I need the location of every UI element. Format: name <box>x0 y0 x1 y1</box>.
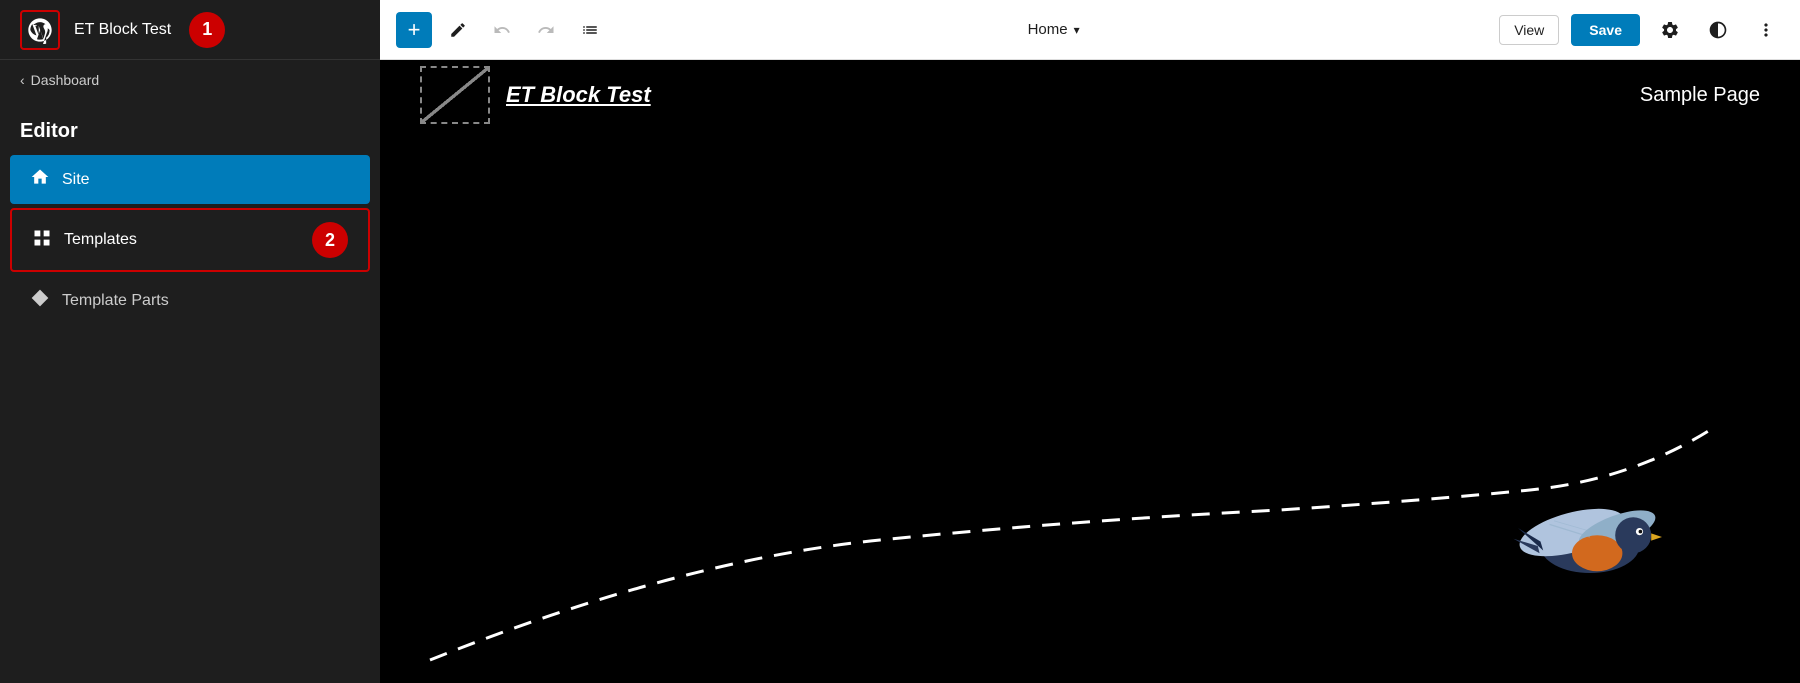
canvas-header: ET Block Test Sample Page <box>380 60 1800 130</box>
grid-icon <box>32 228 52 253</box>
toolbar-left: + <box>396 12 608 48</box>
canvas-area: ET Block Test Sample Page <box>380 60 1800 683</box>
diamond-icon <box>30 288 50 313</box>
list-view-button[interactable] <box>572 12 608 48</box>
chevron-left-icon: ‹ <box>20 72 25 88</box>
home-icon <box>30 167 50 192</box>
sidebar-header: ET Block Test 1 <box>0 0 380 60</box>
home-label: Home <box>1028 21 1068 38</box>
appearance-button[interactable] <box>1700 12 1736 48</box>
bird-container <box>1500 483 1680 603</box>
add-button[interactable]: + <box>396 12 432 48</box>
sidebar-item-site-label: Site <box>62 171 90 189</box>
toolbar-right: View Save <box>1499 12 1784 48</box>
edit-button[interactable] <box>440 12 476 48</box>
site-title: ET Block Test <box>74 21 171 39</box>
wordpress-logo[interactable] <box>20 10 60 50</box>
sidebar: ET Block Test 1 ‹ Dashboard Editor Site … <box>0 0 380 683</box>
canvas-site-title: ET Block Test <box>506 82 651 108</box>
logo-placeholder <box>420 66 490 124</box>
home-selector[interactable]: Home ▾ <box>1018 15 1090 44</box>
toolbar-center: Home ▾ <box>616 15 1491 44</box>
more-options-button[interactable] <box>1748 12 1784 48</box>
redo-button[interactable] <box>528 12 564 48</box>
toolbar: + Home ▾ View Save <box>380 0 1800 60</box>
canvas-logo-area: ET Block Test <box>420 66 651 124</box>
sidebar-item-template-parts-label: Template Parts <box>62 292 169 310</box>
undo-button[interactable] <box>484 12 520 48</box>
sidebar-item-templates-label: Templates <box>64 231 137 249</box>
view-button[interactable]: View <box>1499 15 1559 45</box>
chevron-down-icon: ▾ <box>1074 23 1080 37</box>
save-button[interactable]: Save <box>1571 14 1640 46</box>
sidebar-item-site[interactable]: Site <box>10 155 370 204</box>
badge-1: 1 <box>189 12 225 48</box>
editor-label: Editor <box>0 100 380 153</box>
sidebar-item-template-parts[interactable]: Template Parts <box>10 276 370 325</box>
settings-button[interactable] <box>1652 12 1688 48</box>
badge-2: 2 <box>312 222 348 258</box>
bird-svg <box>1500 483 1680 600</box>
dashboard-link[interactable]: ‹ Dashboard <box>0 60 380 100</box>
sidebar-item-templates[interactable]: Templates 2 <box>10 208 370 272</box>
canvas-nav-link[interactable]: Sample Page <box>1640 84 1760 107</box>
dashboard-label: Dashboard <box>31 72 100 88</box>
